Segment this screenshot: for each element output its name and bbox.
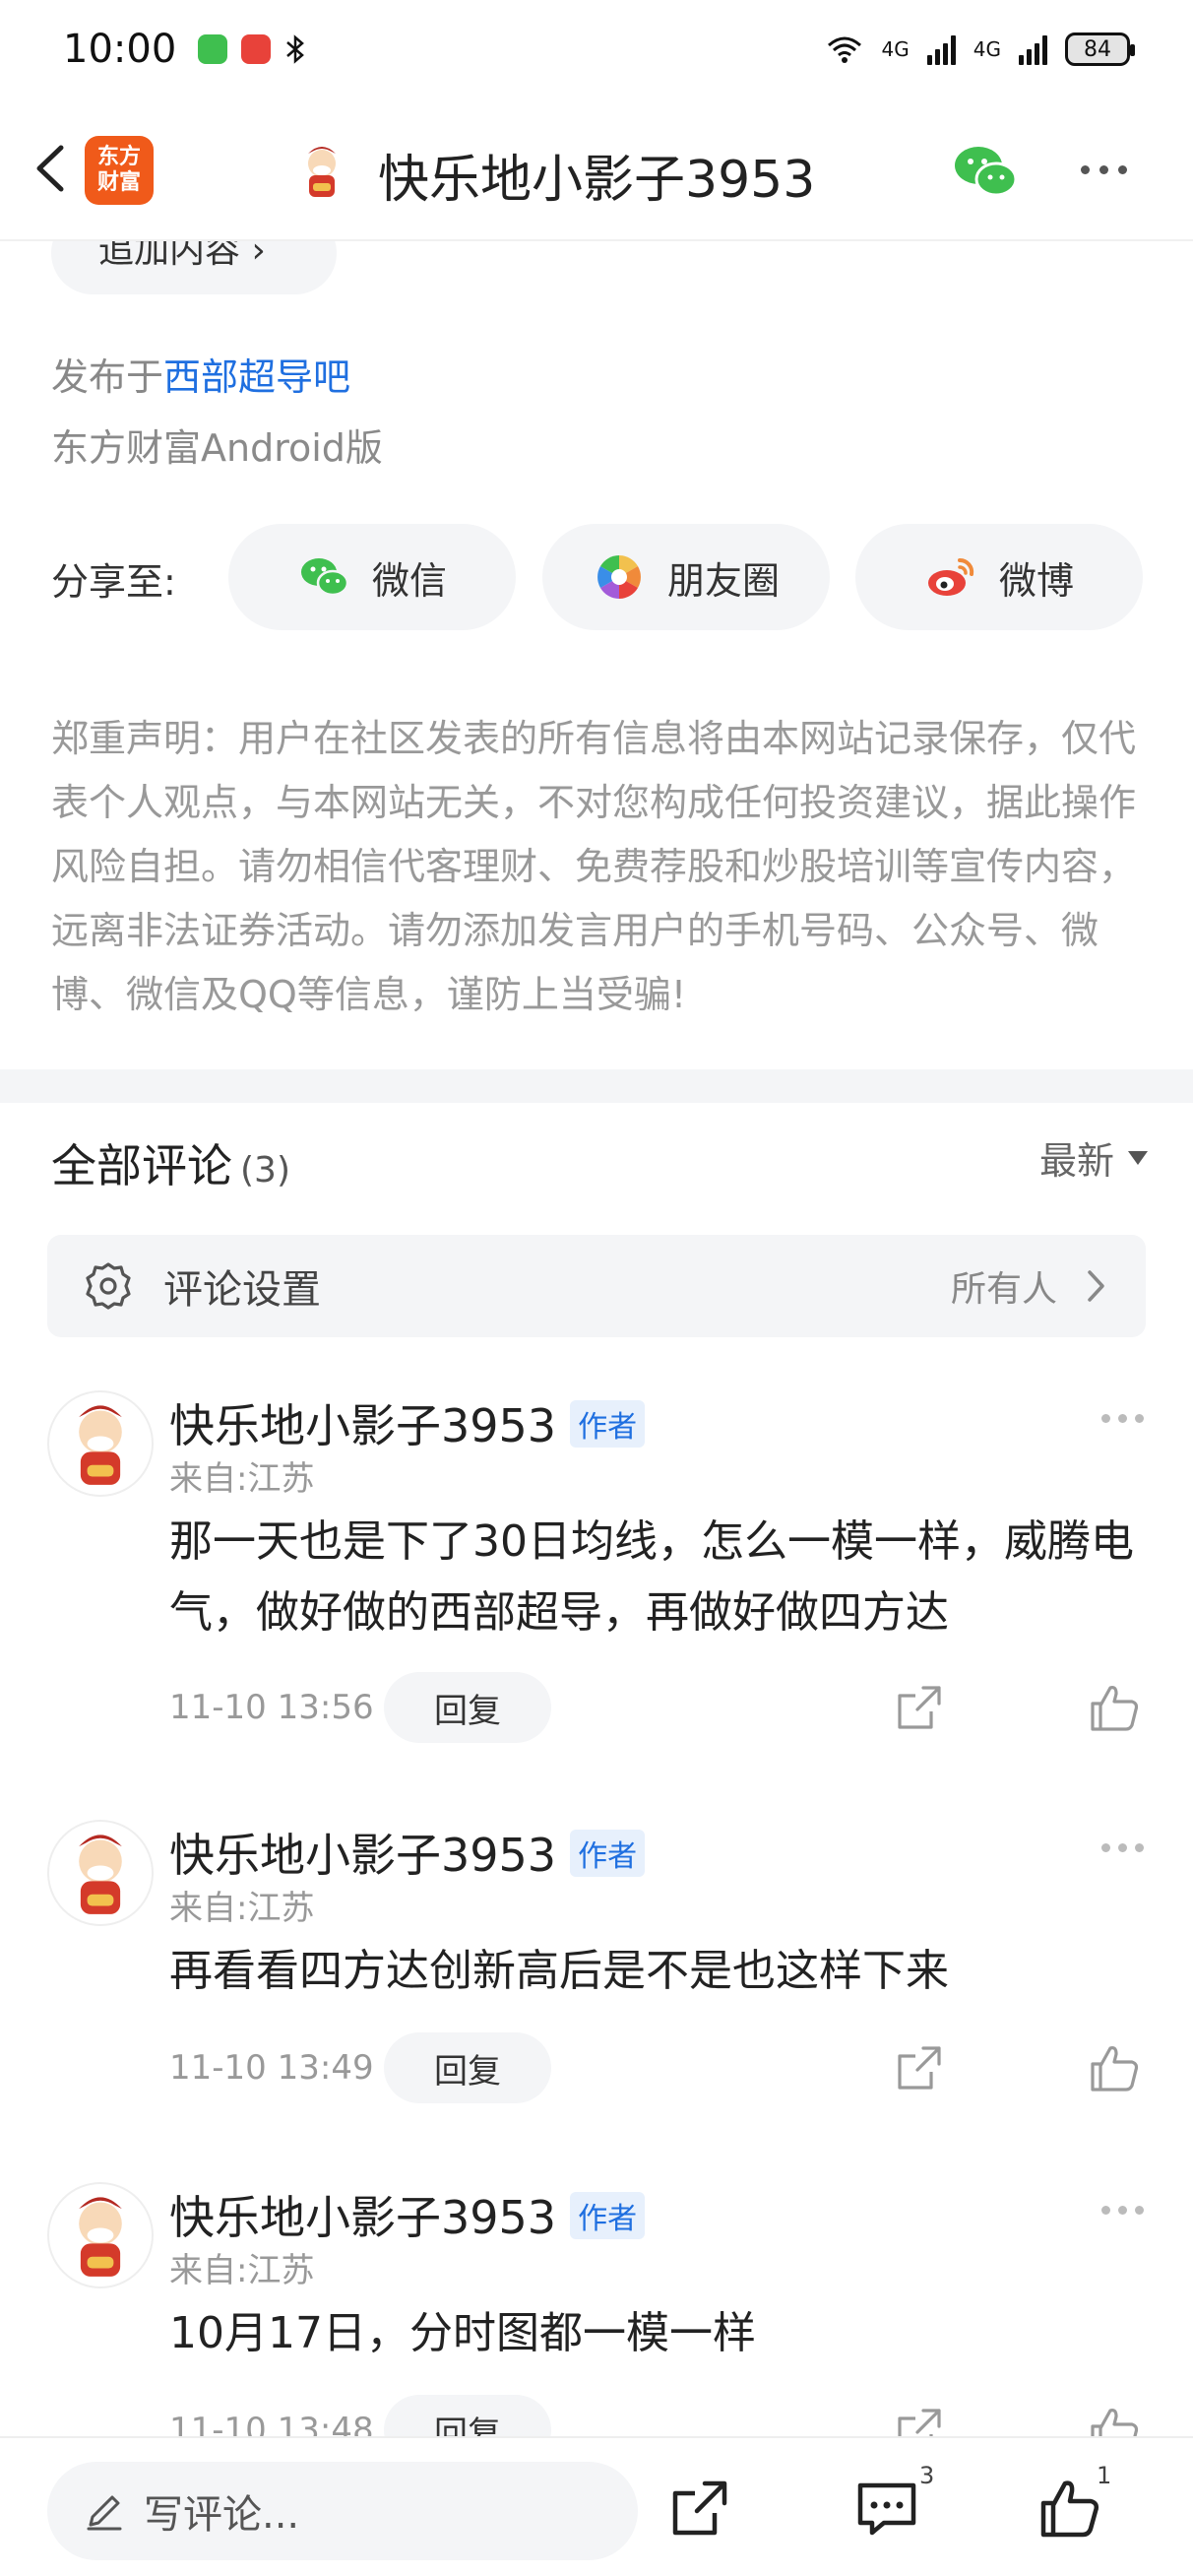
signal-icon-2 (1019, 33, 1047, 65)
comments-title-label: 全部评论 (51, 1139, 232, 1192)
share-wechat-label: 微信 (371, 558, 447, 603)
author-badge: 作者 (570, 2191, 646, 2239)
author-badge: 作者 (570, 1829, 646, 1877)
comment-author-name: 快乐地小影子3953 (169, 1399, 557, 1452)
more-options-icon[interactable] (1081, 165, 1127, 174)
caret-down-icon (1128, 1150, 1148, 1165)
bottom-action-bar: 写评论... 3 1 (0, 2436, 1193, 2576)
share-wechat-button[interactable]: 微信 (228, 524, 516, 630)
wechat-share-icon[interactable] (951, 142, 1020, 201)
avatar-icon (308, 147, 336, 197)
comment-location: 来自:江苏 (169, 1459, 315, 1499)
comment-text: 那一天也是下了30日均线，怎么一模一样，威腾电气，做好做的西部超导，再做好做四方… (169, 1516, 1134, 1638)
comment-author-name: 快乐地小影子3953 (169, 2191, 557, 2244)
avatar-icon (79, 2197, 122, 2277)
comment-location: 来自:江苏 (169, 1889, 315, 1928)
signal-icon (926, 33, 956, 65)
comment-time: 11-10 13:56 (169, 1688, 374, 1727)
comment-author[interactable]: 快乐地小影子3953 作者 (169, 1820, 646, 1885)
comment-text: 再看看四方达创新高后是不是也这样下来 (169, 1946, 949, 1996)
disclaimer-text: 郑重声明：用户在社区发表的所有信息将由本网站记录保存，仅代表个人观点，与本网站无… (51, 717, 1137, 1016)
author-badge: 作者 (570, 1399, 646, 1448)
like-count-badge: 1 (1097, 2462, 1112, 2489)
comments-count: (3) (240, 1150, 290, 1191)
write-comment-placeholder: 写评论... (144, 2492, 300, 2538)
status-bar: 10:00 4G 4G 84 (0, 0, 1193, 98)
reply-button[interactable]: 回复 (384, 1672, 551, 1743)
avatar[interactable] (47, 2182, 154, 2288)
section-divider (0, 1069, 1193, 1103)
back-arrow-icon[interactable] (26, 134, 75, 203)
app-notification-icon (241, 34, 272, 64)
comment-more-icon[interactable] (1101, 1843, 1144, 1852)
comment-bubble-icon[interactable] (854, 2476, 919, 2541)
forward-share-icon[interactable] (667, 2476, 732, 2541)
comment-settings-value: 所有人 (950, 1269, 1057, 1310)
avatar[interactable] (47, 1820, 154, 1926)
avatar[interactable] (47, 1390, 154, 1497)
status-notification-icons (198, 33, 306, 65)
pencil-icon (87, 2495, 122, 2531)
network-type-2: 4G (973, 37, 1001, 61)
share-moments-label: 朋友圈 (666, 558, 780, 603)
comment-author[interactable]: 快乐地小影子3953 作者 (169, 1390, 646, 1455)
comment-time: 11-10 13:49 (169, 2048, 374, 2088)
comment-settings-label: 评论设置 (163, 1267, 321, 1313)
posted-in: 发布于西部超导吧 (51, 347, 350, 401)
battery-indicator: 84 (1065, 32, 1135, 66)
share-icon[interactable] (894, 2042, 945, 2093)
write-comment-input[interactable]: 写评论... (47, 2462, 638, 2560)
comment-more-icon[interactable] (1101, 1414, 1144, 1423)
page-title: 快乐地小影子3953 (378, 151, 816, 210)
moments-icon (597, 555, 641, 599)
comment-location: 来自:江苏 (169, 2251, 315, 2290)
bluetooth-icon (286, 34, 305, 64)
top-nav-bar: 东方 财富 快乐地小影子3953 (0, 98, 1193, 241)
chevron-right-icon (1088, 1270, 1104, 1302)
thumbs-up-icon[interactable] (1087, 2040, 1142, 2095)
wechat-notification-icon (198, 34, 228, 64)
weibo-icon (927, 557, 974, 596)
client-source: 东方财富Android版 (51, 426, 383, 470)
gear-icon (86, 1262, 131, 1310)
comment-author-name: 快乐地小影子3953 (169, 1829, 557, 1882)
thumbs-up-icon[interactable] (1087, 1680, 1142, 1735)
status-time: 10:00 (63, 27, 177, 72)
comment-author[interactable]: 快乐地小影子3953 作者 (169, 2182, 646, 2247)
wifi-icon (827, 36, 861, 63)
avatar-icon (79, 1835, 122, 1914)
avatar-icon (79, 1405, 122, 1485)
bar-link[interactable]: 西部超导吧 (163, 355, 350, 399)
reply-button[interactable]: 回复 (384, 2032, 551, 2103)
comment-text: 10月17日，分时图都一模一样 (169, 2308, 756, 2358)
comment-count-badge: 3 (919, 2462, 935, 2489)
share-weibo-button[interactable]: 微博 (855, 524, 1143, 630)
comment-settings-row[interactable]: 评论设置 所有人 (47, 1235, 1146, 1337)
comments-title: 全部评论 (3) (51, 1130, 290, 1195)
sort-dropdown[interactable]: 最新 (1039, 1130, 1148, 1185)
share-label: 分享至: (51, 560, 176, 604)
network-type-1: 4G (881, 37, 910, 61)
share-moments-button[interactable]: 朋友圈 (542, 524, 830, 630)
app-logo[interactable]: 东方 财富 (85, 136, 154, 205)
comment-more-icon[interactable] (1101, 2206, 1144, 2215)
posted-prefix: 发布于 (51, 355, 164, 399)
thumbs-up-icon[interactable] (1037, 2476, 1102, 2541)
share-weibo-label: 微博 (998, 558, 1074, 603)
share-icon[interactable] (894, 1682, 945, 1733)
wechat-icon (300, 558, 349, 597)
sort-label: 最新 (1038, 1139, 1114, 1183)
